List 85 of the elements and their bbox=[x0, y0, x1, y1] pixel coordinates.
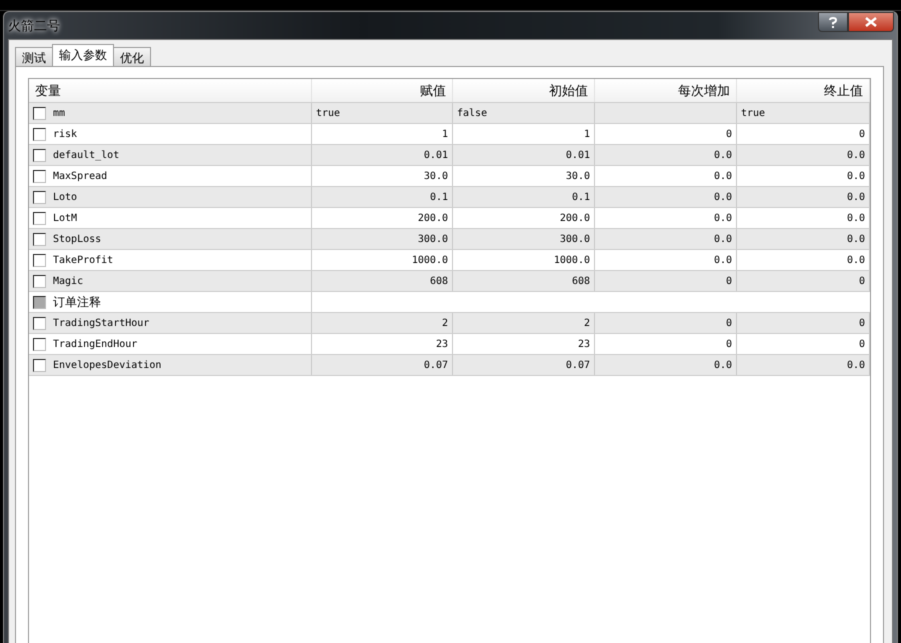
checkbox[interactable] bbox=[33, 232, 46, 246]
checkbox[interactable] bbox=[33, 128, 46, 140]
table-cell: 0.0 bbox=[595, 166, 737, 186]
parameter-name: risk bbox=[53, 128, 78, 140]
table-cell: 0.0 bbox=[737, 145, 870, 165]
table-cell: 0 bbox=[595, 124, 737, 144]
table-cell: 0 bbox=[595, 334, 737, 354]
window-title: 火箭二号 bbox=[8, 18, 60, 34]
table-cell: 0.01 bbox=[312, 145, 453, 165]
table-cell: 300.0 bbox=[312, 229, 453, 249]
table-cell: 0 bbox=[737, 271, 870, 291]
table-cell: 0.0 bbox=[737, 166, 870, 186]
parameter-name: mm bbox=[53, 108, 66, 118]
tab[interactable]: 优化 bbox=[113, 47, 151, 66]
table-cell: 0 bbox=[737, 313, 870, 333]
table-cell: 0 bbox=[595, 271, 737, 291]
table-cell: 0.0 bbox=[595, 145, 737, 165]
parameter-name: TakeProfit bbox=[53, 254, 114, 266]
table-cell: 200.0 bbox=[312, 208, 453, 228]
checkbox[interactable] bbox=[33, 106, 46, 120]
table-cell: 0.0 bbox=[737, 229, 870, 249]
table-cell: 0.1 bbox=[312, 187, 453, 207]
help-button[interactable] bbox=[818, 12, 848, 32]
table-cell: 0.0 bbox=[737, 208, 870, 228]
table-cell: 0.0 bbox=[595, 355, 737, 375]
table-cell: 1000.0 bbox=[312, 250, 453, 270]
parameter-name: Magic bbox=[53, 276, 84, 286]
table-cell: false bbox=[453, 103, 595, 123]
table-cell: 608 bbox=[453, 271, 595, 291]
parameter-name: TradingStartHour bbox=[53, 318, 150, 328]
table-cell: 0.0 bbox=[737, 355, 870, 375]
parameter-name: TradingEndHour bbox=[53, 338, 138, 350]
table-cell: 0 bbox=[737, 124, 870, 144]
table-cell: 23 bbox=[312, 334, 453, 354]
checkbox[interactable] bbox=[33, 358, 46, 372]
close-icon bbox=[865, 17, 877, 27]
table-cell: 0.0 bbox=[595, 208, 737, 228]
parameter-name: MaxSpread bbox=[53, 170, 108, 182]
parameter-name: 订单注释 bbox=[53, 294, 101, 310]
table-cell: 30.0 bbox=[453, 166, 595, 186]
column-header[interactable]: 初始值 bbox=[453, 79, 595, 102]
table-cell: 300.0 bbox=[453, 229, 595, 249]
checkbox[interactable] bbox=[33, 148, 46, 162]
parameter-name: LotM bbox=[53, 212, 78, 224]
checkbox[interactable] bbox=[33, 254, 46, 266]
column-header[interactable]: 赋值 bbox=[312, 79, 453, 102]
checkbox[interactable] bbox=[33, 316, 46, 330]
table-cell: 0.0 bbox=[737, 250, 870, 270]
parameter-name: default_lot bbox=[53, 150, 120, 160]
parameter-name: Loto bbox=[53, 192, 78, 202]
table-cell: 0.0 bbox=[737, 187, 870, 207]
table-cell: 0.07 bbox=[453, 355, 595, 375]
close-button[interactable] bbox=[848, 12, 894, 32]
checkbox[interactable] bbox=[33, 170, 46, 182]
table-cell: true bbox=[312, 103, 453, 123]
parameter-name: StopLoss bbox=[53, 234, 102, 244]
checkbox[interactable] bbox=[33, 190, 46, 204]
column-header[interactable]: 终止值 bbox=[737, 79, 870, 102]
tab[interactable]: 测试 bbox=[15, 47, 53, 66]
table-cell: 0.0 bbox=[595, 187, 737, 207]
parameter-name: EnvelopesDeviation bbox=[53, 360, 162, 370]
checkbox[interactable] bbox=[33, 212, 46, 224]
table-cell: 2 bbox=[453, 313, 595, 333]
table-cell: true bbox=[737, 103, 870, 123]
table-cell: 2 bbox=[312, 313, 453, 333]
table-cell: 0.07 bbox=[312, 355, 453, 375]
checkbox[interactable] bbox=[33, 338, 46, 350]
table-cell: 1000.0 bbox=[453, 250, 595, 270]
table-cell: 200.0 bbox=[453, 208, 595, 228]
table-cell: 0 bbox=[595, 313, 737, 333]
checkbox[interactable] bbox=[33, 274, 46, 288]
table-cell: 1 bbox=[453, 124, 595, 144]
column-header[interactable]: 变量 bbox=[29, 79, 312, 102]
table-cell: 0.01 bbox=[453, 145, 595, 165]
table-cell: 23 bbox=[453, 334, 595, 354]
table-cell: 0.0 bbox=[595, 250, 737, 270]
table-cell: 0 bbox=[737, 334, 870, 354]
table-cell: 30.0 bbox=[312, 166, 453, 186]
column-header[interactable]: 每次增加 bbox=[595, 79, 737, 102]
table-cell: 0.0 bbox=[595, 229, 737, 249]
table-cell: 0.1 bbox=[453, 187, 595, 207]
table-cell: 1 bbox=[312, 124, 453, 144]
question-mark-icon bbox=[829, 16, 837, 28]
tab[interactable]: 输入参数 bbox=[52, 44, 114, 66]
table-cell: 608 bbox=[312, 271, 453, 291]
